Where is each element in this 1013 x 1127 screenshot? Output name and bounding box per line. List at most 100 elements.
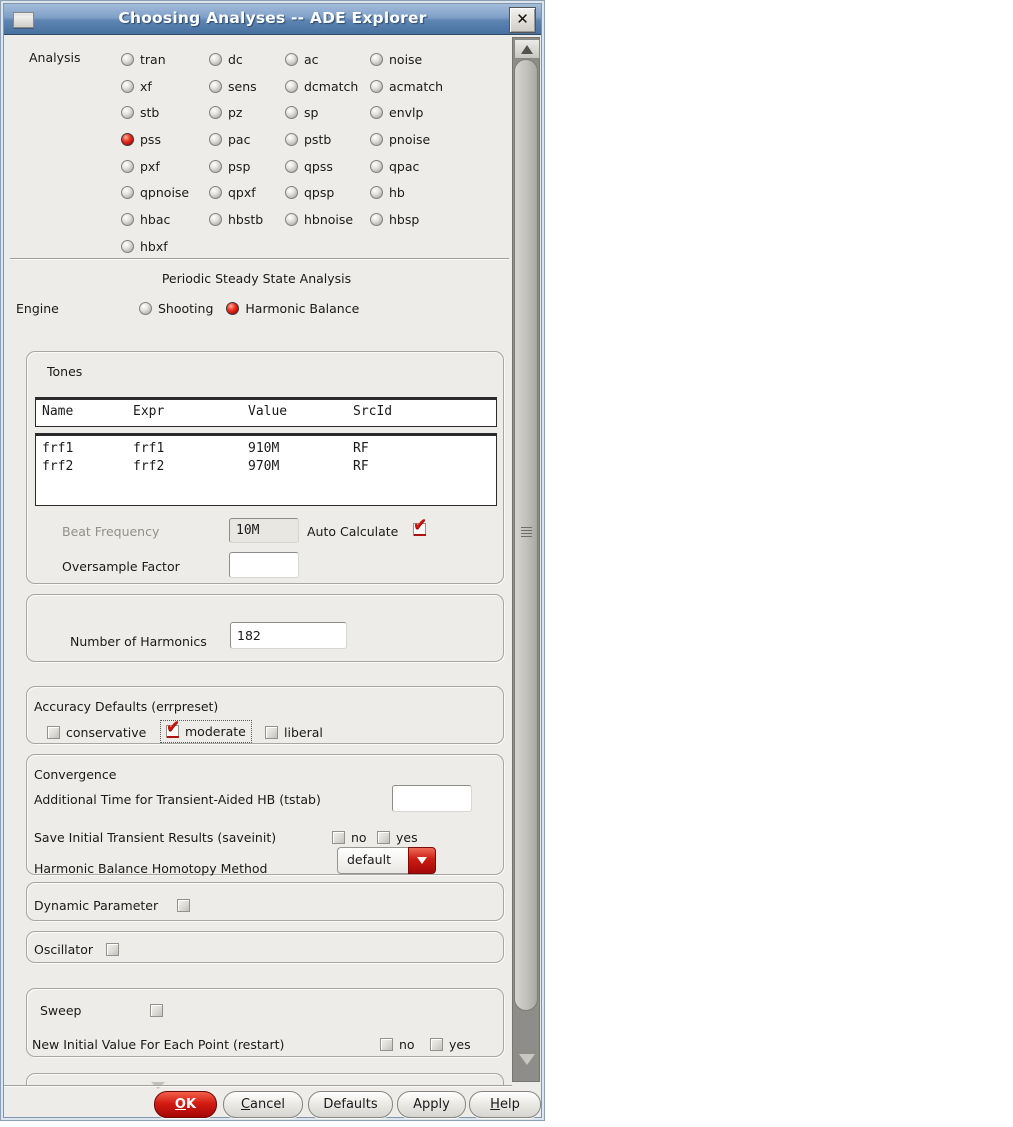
analysis-option-ac[interactable]: ac bbox=[285, 46, 370, 73]
checkbox-icon[interactable] bbox=[430, 1038, 443, 1051]
radio-icon[interactable] bbox=[121, 212, 134, 226]
analysis-option-xf[interactable]: xf bbox=[121, 73, 209, 100]
radio-icon[interactable] bbox=[209, 132, 222, 146]
analysis-option-hbstb[interactable]: hbstb bbox=[209, 206, 285, 233]
beat-frequency-input[interactable] bbox=[229, 518, 299, 543]
radio-icon[interactable] bbox=[209, 79, 222, 93]
restart-yes-option[interactable]: yes bbox=[430, 1037, 471, 1052]
analysis-option-sp[interactable]: sp bbox=[285, 99, 370, 126]
radio-icon[interactable] bbox=[285, 132, 298, 146]
accuracy-option-conservative[interactable]: conservative bbox=[47, 725, 146, 740]
radio-icon[interactable] bbox=[209, 212, 222, 226]
titlebar[interactable]: Choosing Analyses -- ADE Explorer ✕ bbox=[4, 4, 541, 35]
analysis-option-stb[interactable]: stb bbox=[121, 99, 209, 126]
apply-button[interactable]: Apply bbox=[397, 1091, 466, 1118]
radio-icon[interactable] bbox=[285, 159, 298, 173]
radio-icon[interactable] bbox=[285, 52, 298, 66]
oscillator-checkbox[interactable] bbox=[106, 943, 119, 956]
radio-icon[interactable] bbox=[370, 212, 383, 226]
accuracy-option-liberal[interactable]: liberal bbox=[265, 725, 323, 740]
radio-icon[interactable] bbox=[121, 159, 134, 173]
sweep-checkbox[interactable] bbox=[150, 1004, 163, 1017]
radio-icon[interactable] bbox=[121, 79, 134, 93]
scroll-up-button[interactable] bbox=[514, 39, 540, 59]
auto-calculate-checkbox[interactable] bbox=[413, 515, 427, 536]
radio-icon[interactable] bbox=[209, 106, 222, 120]
radio-icon[interactable] bbox=[209, 159, 222, 173]
scroll-down-icon[interactable] bbox=[519, 1054, 535, 1065]
radio-icon[interactable] bbox=[285, 186, 298, 200]
help-button[interactable]: Help bbox=[469, 1091, 541, 1118]
radio-icon[interactable] bbox=[121, 52, 134, 66]
close-button[interactable]: ✕ bbox=[509, 7, 536, 33]
analysis-option-hbxf[interactable]: hbxf bbox=[121, 233, 209, 260]
tones-table-row[interactable]: frf1 frf1 910M RF bbox=[36, 440, 496, 458]
analysis-option-hbnoise[interactable]: hbnoise bbox=[285, 206, 370, 233]
checkbox-icon[interactable] bbox=[332, 831, 345, 844]
radio-icon[interactable] bbox=[121, 132, 134, 146]
homotopy-dropdown[interactable]: default bbox=[337, 847, 436, 874]
accuracy-option-moderate[interactable]: moderate bbox=[160, 717, 252, 743]
tones-table-list[interactable]: frf1 frf1 910M RF frf2 frf2 970M RF bbox=[35, 433, 497, 506]
radio-icon[interactable] bbox=[121, 239, 134, 253]
radio-icon[interactable] bbox=[285, 212, 298, 226]
analysis-option-pss[interactable]: pss bbox=[121, 126, 209, 153]
radio-icon[interactable] bbox=[370, 159, 383, 173]
radio-icon[interactable] bbox=[370, 106, 383, 120]
analysis-option-pstb[interactable]: pstb bbox=[285, 126, 370, 153]
checkbox-icon[interactable] bbox=[265, 726, 278, 739]
checkbox-icon[interactable] bbox=[377, 831, 390, 844]
oversample-factor-input[interactable] bbox=[229, 552, 299, 578]
analysis-option-qpnoise[interactable]: qpnoise bbox=[121, 179, 209, 206]
engine-option-harmonic-balance[interactable]: Harmonic Balance bbox=[226, 301, 359, 316]
radio-icon[interactable] bbox=[370, 52, 383, 66]
radio-icon[interactable] bbox=[209, 186, 222, 200]
analysis-option-sens[interactable]: sens bbox=[209, 73, 285, 100]
analysis-option-hb[interactable]: hb bbox=[370, 179, 480, 206]
restart-no-option[interactable]: no bbox=[380, 1037, 415, 1052]
radio-icon[interactable] bbox=[285, 106, 298, 120]
engine-option-shooting[interactable]: Shooting bbox=[139, 301, 213, 316]
analysis-option-hbsp[interactable]: hbsp bbox=[370, 206, 480, 233]
analysis-option-pnoise[interactable]: pnoise bbox=[370, 126, 480, 153]
ok-button[interactable]: OK bbox=[154, 1091, 217, 1118]
analysis-option-acmatch[interactable]: acmatch bbox=[370, 73, 480, 100]
checkbox-icon[interactable] bbox=[166, 717, 180, 738]
analysis-option-qpsp[interactable]: qpsp bbox=[285, 179, 370, 206]
dropdown-button[interactable] bbox=[408, 847, 436, 874]
dynamic-parameter-checkbox[interactable] bbox=[177, 899, 190, 912]
analysis-option-qpxf[interactable]: qpxf bbox=[209, 179, 285, 206]
analysis-option-dc[interactable]: dc bbox=[209, 46, 285, 73]
radio-icon[interactable] bbox=[370, 186, 383, 200]
analysis-option-tran[interactable]: tran bbox=[121, 46, 209, 73]
radio-icon[interactable] bbox=[285, 79, 298, 93]
analysis-option-pz[interactable]: pz bbox=[209, 99, 285, 126]
radio-icon[interactable] bbox=[370, 79, 383, 93]
analysis-option-psp[interactable]: psp bbox=[209, 153, 285, 180]
harmonics-input[interactable] bbox=[230, 622, 347, 649]
saveinit-no-option[interactable]: no bbox=[332, 830, 367, 845]
vertical-scrollbar[interactable] bbox=[512, 37, 540, 1082]
radio-icon[interactable] bbox=[209, 52, 222, 66]
checkbox-icon[interactable] bbox=[380, 1038, 393, 1051]
radio-icon[interactable] bbox=[226, 302, 240, 315]
defaults-button[interactable]: Defaults bbox=[308, 1091, 393, 1118]
saveinit-yes-option[interactable]: yes bbox=[377, 830, 418, 845]
tones-table-row[interactable]: frf2 frf2 970M RF bbox=[36, 458, 496, 476]
analysis-option-noise[interactable]: noise bbox=[370, 46, 480, 73]
radio-icon[interactable] bbox=[139, 302, 152, 315]
analysis-option-pxf[interactable]: pxf bbox=[121, 153, 209, 180]
analysis-option-pac[interactable]: pac bbox=[209, 126, 285, 153]
scrollbar-thumb[interactable] bbox=[514, 59, 538, 1011]
tstab-input[interactable] bbox=[392, 785, 472, 812]
analysis-option-qpac[interactable]: qpac bbox=[370, 153, 480, 180]
radio-icon[interactable] bbox=[121, 186, 134, 200]
analysis-option-dcmatch[interactable]: dcmatch bbox=[285, 73, 370, 100]
cancel-button[interactable]: Cancel bbox=[223, 1091, 303, 1118]
analysis-option-qpss[interactable]: qpss bbox=[285, 153, 370, 180]
checkbox-icon[interactable] bbox=[47, 726, 60, 739]
radio-icon[interactable] bbox=[121, 106, 134, 120]
analysis-option-envlp[interactable]: envlp bbox=[370, 99, 480, 126]
analysis-option-hbac[interactable]: hbac bbox=[121, 206, 209, 233]
radio-icon[interactable] bbox=[370, 132, 383, 146]
